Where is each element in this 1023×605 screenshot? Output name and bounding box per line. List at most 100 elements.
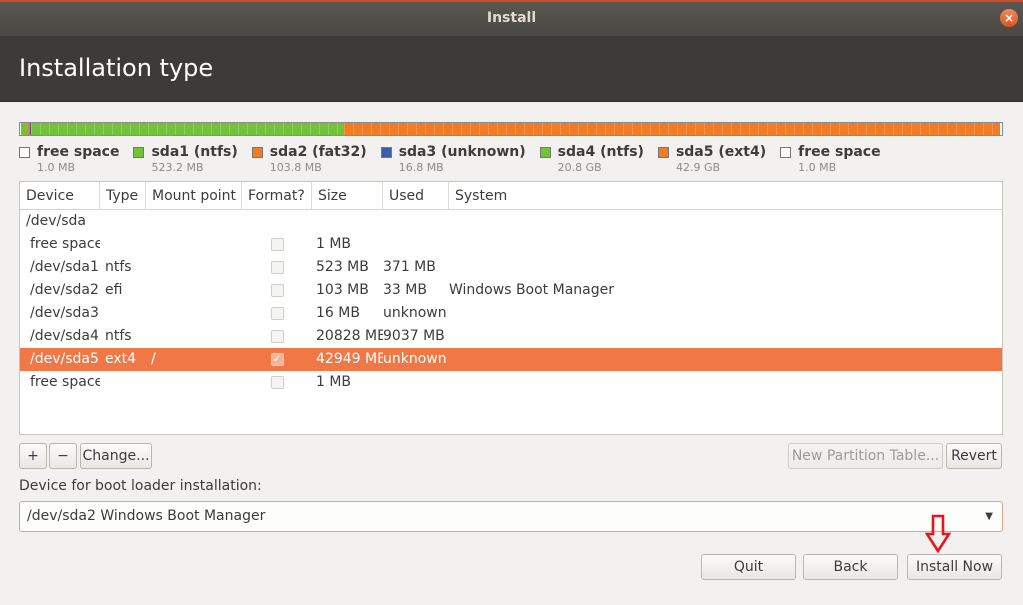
cell-type: ext4 <box>105 351 137 367</box>
cell-device: /dev/sda4 <box>30 328 99 344</box>
cell-type <box>100 302 146 325</box>
legend-label: sda3 (unknown) <box>398 144 526 160</box>
table-row[interactable]: /dev/sda3 16 MB unknown <box>20 302 1002 325</box>
cell-mount-point <box>146 325 242 348</box>
boot-loader-select[interactable]: /dev/sda2 Windows Boot Manager ▼ <box>19 501 1003 532</box>
cell-device: free space <box>30 236 100 252</box>
cell-type <box>100 233 146 256</box>
column-header-device[interactable]: Device <box>20 182 100 209</box>
format-checkbox[interactable] <box>270 284 284 297</box>
cell-size: 523 MB <box>316 259 369 275</box>
cell-device: free space <box>30 374 100 390</box>
legend-label: sda2 (fat32) <box>269 144 367 160</box>
cell-device: /dev/sda1 <box>30 259 99 275</box>
cell-size: 16 MB <box>316 305 360 321</box>
table-row[interactable]: /dev/sda1 ntfs 523 MB 371 MB <box>20 256 1002 279</box>
cell-mount-point <box>146 233 242 256</box>
column-header-used[interactable]: Used <box>383 182 449 209</box>
partition-table[interactable]: Device Type Mount point Format? Size Use… <box>19 181 1003 435</box>
column-header-size[interactable]: Size <box>312 182 383 209</box>
back-button[interactable]: Back <box>803 554 898 580</box>
cell-type: ntfs <box>105 259 132 275</box>
cell-format <box>242 325 312 348</box>
cell-used: 371 MB <box>383 259 436 275</box>
partition-bar <box>19 122 1003 136</box>
cell-mount-point: / <box>151 351 156 367</box>
install-now-button[interactable]: Install Now <box>907 554 1002 580</box>
legend-label: free space <box>798 144 881 160</box>
format-checkbox[interactable] <box>270 261 284 274</box>
legend-swatch <box>657 146 669 158</box>
partition-bar-segment <box>21 123 29 135</box>
annotation-arrow-icon <box>925 514 951 554</box>
legend-size: 103.8 MB <box>269 161 322 174</box>
boot-loader-value: /dev/sda2 Windows Boot Manager <box>27 508 266 524</box>
add-partition-button[interactable]: + <box>19 443 47 469</box>
partition-bar-segment <box>344 123 1001 135</box>
format-checkbox[interactable] <box>270 307 284 320</box>
legend-size: 1.0 MB <box>37 161 76 174</box>
revert-button[interactable]: Revert <box>946 443 1002 469</box>
cell-used: unknown <box>383 305 447 321</box>
format-checkbox[interactable] <box>270 330 284 343</box>
change-button[interactable]: Change... <box>80 443 152 469</box>
disk-row[interactable]: /dev/sda <box>20 210 1002 233</box>
legend-swatch <box>19 146 30 158</box>
cell-format <box>242 302 312 325</box>
column-header-format[interactable]: Format? <box>242 182 312 209</box>
legend-label: sda4 (ntfs) <box>557 144 644 160</box>
legend-item: sda3 (unknown) 16.8 MB <box>380 144 526 174</box>
legend-item: sda5 (ext4) 42.9 GB <box>657 144 767 174</box>
cell-system <box>449 371 1002 394</box>
format-checkbox[interactable] <box>270 238 284 251</box>
cell-type: efi <box>105 282 123 298</box>
plus-icon: + <box>27 448 39 464</box>
legend-size: 42.9 GB <box>675 161 721 174</box>
disk-device: /dev/sda <box>26 213 86 229</box>
format-checkbox[interactable]: ✓ <box>270 353 284 366</box>
format-checkbox[interactable] <box>270 376 284 389</box>
close-button[interactable]: × <box>1000 9 1018 27</box>
cell-used: 9037 MB <box>383 328 445 344</box>
cell-used <box>383 233 449 256</box>
legend-label: free space <box>37 144 120 160</box>
cell-mount-point <box>146 256 242 279</box>
table-row[interactable]: free space 1 MB <box>20 371 1002 394</box>
cell-format <box>242 279 312 302</box>
cell-system: Windows Boot Manager <box>449 282 614 298</box>
close-icon: × <box>1003 11 1015 25</box>
legend-item: sda2 (fat32) 103.8 MB <box>251 144 367 174</box>
cell-used <box>383 371 449 394</box>
cell-type <box>100 371 146 394</box>
cell-device: /dev/sda2 <box>30 282 99 298</box>
legend-item: free space 1.0 MB <box>19 144 119 174</box>
legend-label: sda5 (ext4) <box>675 144 767 160</box>
cell-used: unknown <box>383 351 447 367</box>
chevron-down-icon: ▼ <box>985 511 993 522</box>
cell-type: ntfs <box>105 328 132 344</box>
cell-used: 33 MB <box>383 282 427 298</box>
table-row[interactable]: /dev/sda2 efi 103 MB 33 MB Windows Boot Mana… <box>20 279 1002 302</box>
cell-device: /dev/sda3 <box>30 305 99 321</box>
table-row[interactable]: /dev/sda5 ext4 / ✓ 42949 MB unknown <box>20 348 1002 371</box>
column-header-system[interactable]: System <box>449 182 1002 209</box>
remove-partition-button[interactable]: − <box>49 443 77 469</box>
cell-system <box>449 233 1002 256</box>
legend-size: 20.8 GB <box>557 161 602 174</box>
cell-format <box>242 371 312 394</box>
table-row[interactable]: /dev/sda4 ntfs 20828 MB 9037 MB <box>20 325 1002 348</box>
cell-size: 1 MB <box>316 236 352 252</box>
cell-mount-point <box>146 279 242 302</box>
cell-size: 20828 MB <box>316 328 383 344</box>
column-header-type[interactable]: Type <box>100 182 146 209</box>
partition-bar-segment <box>31 123 345 135</box>
page-title: Installation type <box>19 54 214 82</box>
cell-system <box>449 256 1002 279</box>
cell-size: 1 MB <box>316 374 352 390</box>
main-content: free space 1.0 MB sda1 (ntfs) 523.2 MB sda2 … <box>0 102 1023 605</box>
window-title: Install <box>486 10 537 26</box>
quit-button[interactable]: Quit <box>701 554 796 580</box>
new-partition-table-button[interactable]: New Partition Table... <box>788 443 943 469</box>
column-header-mount-point[interactable]: Mount point <box>146 182 242 209</box>
table-row[interactable]: free space 1 MB <box>20 233 1002 256</box>
